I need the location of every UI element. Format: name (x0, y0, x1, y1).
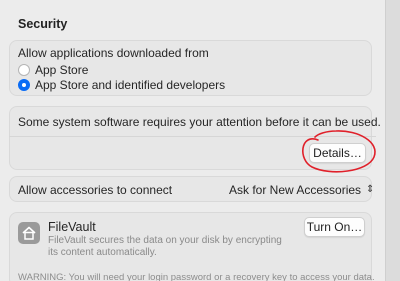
system-software-message: Some system software requires your atten… (18, 115, 381, 129)
filevault-title: FileVault (48, 220, 96, 234)
filevault-description: FileVault secures the data on your disk … (48, 235, 282, 258)
scrollbar[interactable] (385, 0, 400, 281)
accessories-label: Allow accessories to connect (18, 183, 173, 197)
radio-circle-app-store[interactable] (18, 64, 30, 76)
card-divider (9, 136, 376, 137)
radio-label-app-store-identified[interactable]: App Store and identified developers (35, 78, 225, 92)
up-down-chevron-icon[interactable]: ⇕ (366, 185, 374, 195)
section-title-security: Security (18, 17, 68, 31)
accessories-select[interactable]: Ask for New Accessories ⇕ (229, 181, 374, 199)
turn-on-filevault-button[interactable]: Turn On… (304, 217, 365, 237)
allow-apps-label: Allow applications downloaded from (18, 46, 209, 60)
filevault-house-icon (18, 222, 40, 244)
filevault-warning: WARNING: You will need your login passwo… (18, 272, 375, 281)
details-button[interactable]: Details… (309, 143, 366, 163)
radio-circle-app-store-identified[interactable] (18, 79, 30, 91)
accessories-select-value[interactable]: Ask for New Accessories (229, 183, 361, 197)
radio-label-app-store[interactable]: App Store (35, 63, 88, 77)
security-settings-pane: Security Allow applications downloaded f… (0, 0, 385, 281)
